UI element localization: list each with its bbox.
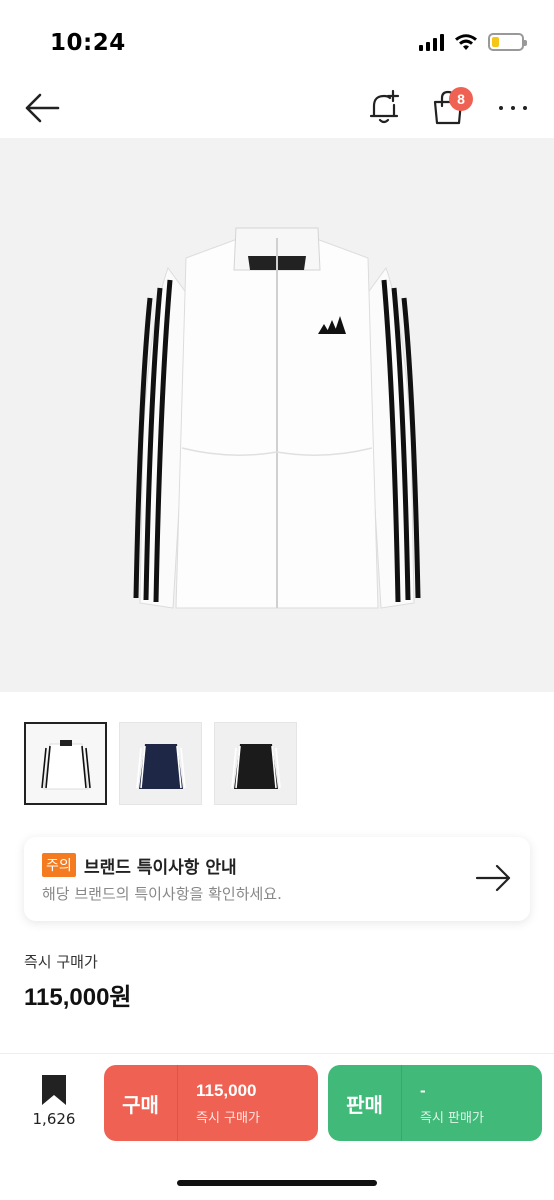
notice-tag: 주의: [42, 853, 76, 877]
price-value: 115,000원: [24, 984, 132, 1011]
notice-description: 해당 브랜드의 특이사항을 확인하세요.: [42, 885, 282, 903]
signal-icon: [419, 33, 444, 51]
bell-plus-icon[interactable]: [366, 88, 402, 126]
status-icons: [419, 33, 527, 51]
home-indicator: [177, 1180, 377, 1186]
sell-button[interactable]: 판매 - 즉시 판매가: [328, 1065, 542, 1141]
battery-fill: [492, 37, 499, 47]
thumbnail-white[interactable]: [24, 722, 107, 805]
brand-notice-card[interactable]: 주의 브랜드 특이사항 안내 해당 브랜드의 특이사항을 확인하세요.: [24, 837, 530, 921]
battery-icon: [488, 33, 527, 51]
thumbnail-navy[interactable]: [119, 722, 202, 805]
arrow-left-icon[interactable]: [22, 90, 62, 126]
jacket-thumb-white: [40, 739, 91, 789]
buy-sub-label: 즉시 구매가: [196, 1111, 260, 1126]
buy-button[interactable]: 구매 115,000 즉시 구매가: [104, 1065, 318, 1141]
thumbnail-black[interactable]: [214, 722, 297, 805]
jacket-thumb-black: [230, 743, 281, 789]
track-jacket-image: [133, 227, 421, 609]
wish-count: 1,626: [32, 1110, 76, 1128]
price-label: 즉시 구매가: [24, 953, 98, 971]
product-image[interactable]: [0, 138, 554, 692]
thumbnail-list: [24, 722, 297, 805]
sell-label: 판매: [328, 1065, 402, 1141]
bookmark-icon: [42, 1075, 66, 1105]
sell-sub-label: 즉시 판매가: [420, 1111, 484, 1126]
arrow-right-icon: [475, 864, 511, 892]
bottom-action-bar: 1,626 구매 115,000 즉시 구매가 판매 - 즉시 판매가: [0, 1053, 554, 1200]
buy-price: 115,000: [196, 1081, 257, 1100]
nav-bar: [0, 80, 554, 136]
cart-count-badge: 8: [449, 87, 473, 111]
more-horizontal-icon[interactable]: [496, 96, 530, 120]
status-bar: 10:24: [0, 0, 554, 80]
status-time: 10:24: [50, 30, 126, 56]
sell-price: -: [420, 1081, 426, 1100]
buy-label: 구매: [104, 1065, 178, 1141]
wish-button[interactable]: 1,626: [28, 1074, 80, 1134]
wifi-icon: [455, 34, 477, 50]
notice-title: 브랜드 특이사항 안내: [84, 858, 237, 878]
jacket-thumb-navy: [135, 743, 186, 789]
